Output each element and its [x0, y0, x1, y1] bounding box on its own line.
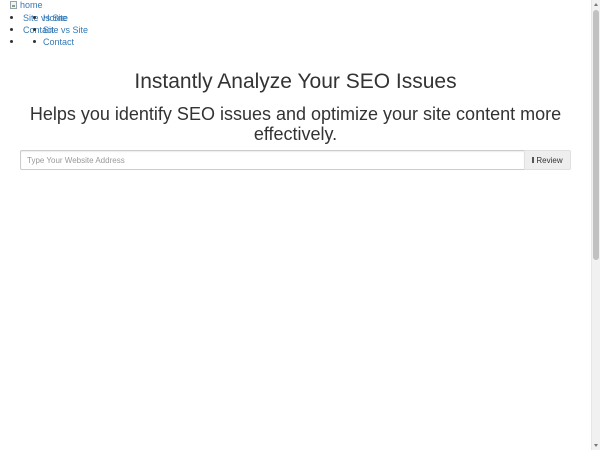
- page-subtitle: Helps you identify SEO issues and optimi…: [29, 104, 562, 144]
- vertical-scrollbar[interactable]: [591, 0, 600, 450]
- nav2-link-home[interactable]: Home: [43, 13, 67, 23]
- nav-logo-item: home: [10, 0, 68, 12]
- logo-alt: home: [20, 0, 43, 10]
- review-button[interactable]: Review: [524, 150, 571, 170]
- nav2-item-contact: Contact: [33, 36, 88, 48]
- bullet-icon: [10, 28, 13, 31]
- scroll-up-icon[interactable]: [594, 3, 598, 6]
- refresh-icon: [532, 157, 535, 163]
- logo[interactable]: home: [10, 0, 43, 11]
- nav-secondary: Home Site vs Site Contact: [33, 12, 88, 48]
- bullet-icon: [33, 28, 36, 31]
- scroll-thumb[interactable]: [593, 10, 599, 260]
- website-address-input[interactable]: [20, 150, 524, 170]
- broken-image-icon: [10, 1, 17, 9]
- page: home Site vs Site Contact Home Site vs S…: [0, 0, 591, 450]
- search-group: Review: [20, 150, 571, 170]
- bullet-icon: [33, 16, 36, 19]
- review-button-label: Review: [536, 155, 563, 165]
- bullet-icon: [10, 40, 13, 43]
- bullet-icon: [10, 16, 13, 19]
- nav2-link-contact[interactable]: Contact: [43, 37, 74, 47]
- page-title: Instantly Analyze Your SEO Issues: [134, 70, 457, 93]
- scroll-down-icon[interactable]: [594, 444, 598, 447]
- bullet-icon: [33, 40, 36, 43]
- nav2-item-home: Home: [33, 12, 88, 24]
- nav2-item-site-vs-site: Site vs Site: [33, 24, 88, 36]
- nav2-link-site-vs-site[interactable]: Site vs Site: [43, 25, 88, 35]
